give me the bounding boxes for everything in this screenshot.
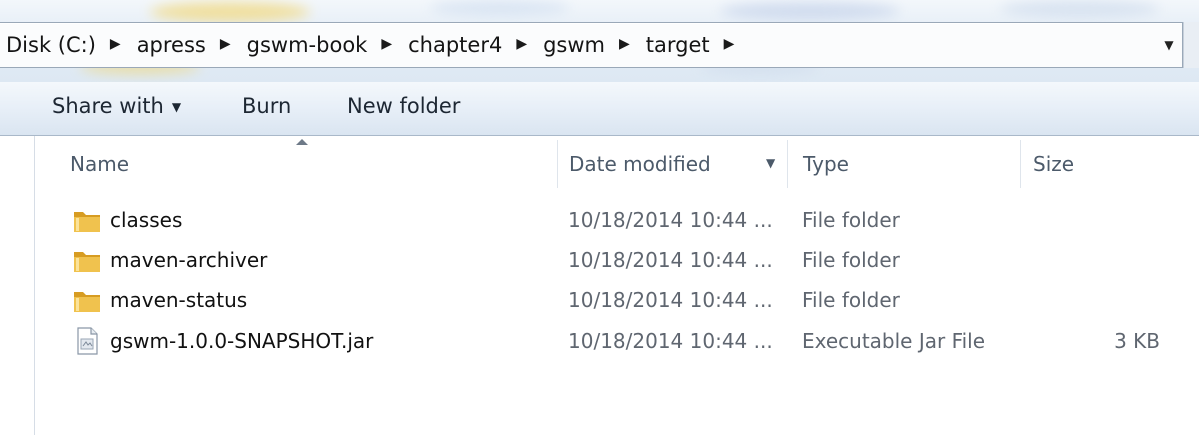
breadcrumb-gswm[interactable]: gswm [543,33,605,57]
column-divider[interactable] [1020,140,1021,188]
breadcrumb-separator-icon[interactable]: ▶ [724,36,735,52]
frame-glare [150,2,310,22]
file-name: maven-archiver [110,248,268,272]
breadcrumb-separator-icon[interactable]: ▶ [516,36,527,52]
command-bar: Share with ▼ Burn New folder [0,82,1199,136]
breadcrumb-gswm-book[interactable]: gswm-book [247,33,368,57]
new-folder-button[interactable]: New folder [347,94,460,118]
file-type: File folder [802,248,900,272]
breadcrumb-separator-icon[interactable]: ▶ [619,36,630,52]
breadcrumb-chapter4[interactable]: chapter4 [408,33,502,57]
jar-file-icon [77,327,98,355]
file-size [1060,200,1160,240]
column-header-type[interactable]: Type [803,146,849,182]
file-row-maven-archiver[interactable]: maven-archiver 10/18/2014 10:44 ... File… [60,240,1170,280]
breadcrumb-separator-icon[interactable]: ▶ [381,36,392,52]
file-name: classes [110,208,183,232]
folder-icon [74,292,100,312]
frame-glare [430,0,570,16]
breadcrumb-target[interactable]: target [646,33,710,57]
breadcrumb-separator-icon[interactable]: ▶ [110,36,121,52]
share-with-label: Share with [52,94,164,118]
file-size [1060,240,1160,280]
navigation-pane-divider [34,136,35,435]
file-row-maven-status[interactable]: maven-status 10/18/2014 10:44 ... File f… [60,280,1170,320]
column-divider[interactable] [787,140,788,188]
file-list-pane: Name Date modified ▼ Type Size classes 1… [0,136,1199,435]
file-name: maven-status [110,288,248,312]
file-size: 3 KB [1114,329,1160,353]
column-header-size[interactable]: Size [1033,146,1074,182]
sort-ascending-icon [296,139,308,145]
share-with-button[interactable]: Share with ▼ [52,94,181,118]
refresh-button-edge[interactable] [1183,22,1199,68]
file-type: File folder [802,208,900,232]
folder-icon [74,252,100,272]
frame-glare [1000,0,1160,18]
frame-glare [720,2,900,20]
file-type: Executable Jar File [802,329,986,353]
column-header-name[interactable]: Name [70,146,129,182]
file-date-modified: 10/18/2014 10:44 ... [568,329,773,353]
breadcrumb-apress[interactable]: apress [137,33,206,57]
column-header-date-modified[interactable]: Date modified [569,146,711,182]
file-date-modified: 10/18/2014 10:44 ... [568,288,773,312]
address-history-dropdown-icon[interactable]: ▼ [1156,23,1182,67]
file-row-classes[interactable]: classes 10/18/2014 10:44 ... File folder [60,200,1170,240]
file-date-modified: 10/18/2014 10:44 ... [568,208,773,232]
breadcrumb-separator-icon[interactable]: ▶ [220,36,231,52]
file-size [1060,280,1160,320]
folder-icon [74,212,100,232]
column-divider[interactable] [557,140,558,188]
address-bar[interactable]: Disk (C:) ▶ apress ▶ gswm-book ▶ chapter… [0,22,1183,68]
chevron-down-icon: ▼ [171,100,182,114]
column-filter-dropdown-icon[interactable]: ▼ [766,156,775,170]
breadcrumb-disk-c[interactable]: Disk (C:) [6,33,96,57]
file-date-modified: 10/18/2014 10:44 ... [568,248,773,272]
burn-button[interactable]: Burn [242,94,291,118]
file-row-jar[interactable]: gswm-1.0.0-SNAPSHOT.jar 10/18/2014 10:44… [60,321,1170,361]
file-type: File folder [802,288,900,312]
file-name: gswm-1.0.0-SNAPSHOT.jar [110,329,374,353]
